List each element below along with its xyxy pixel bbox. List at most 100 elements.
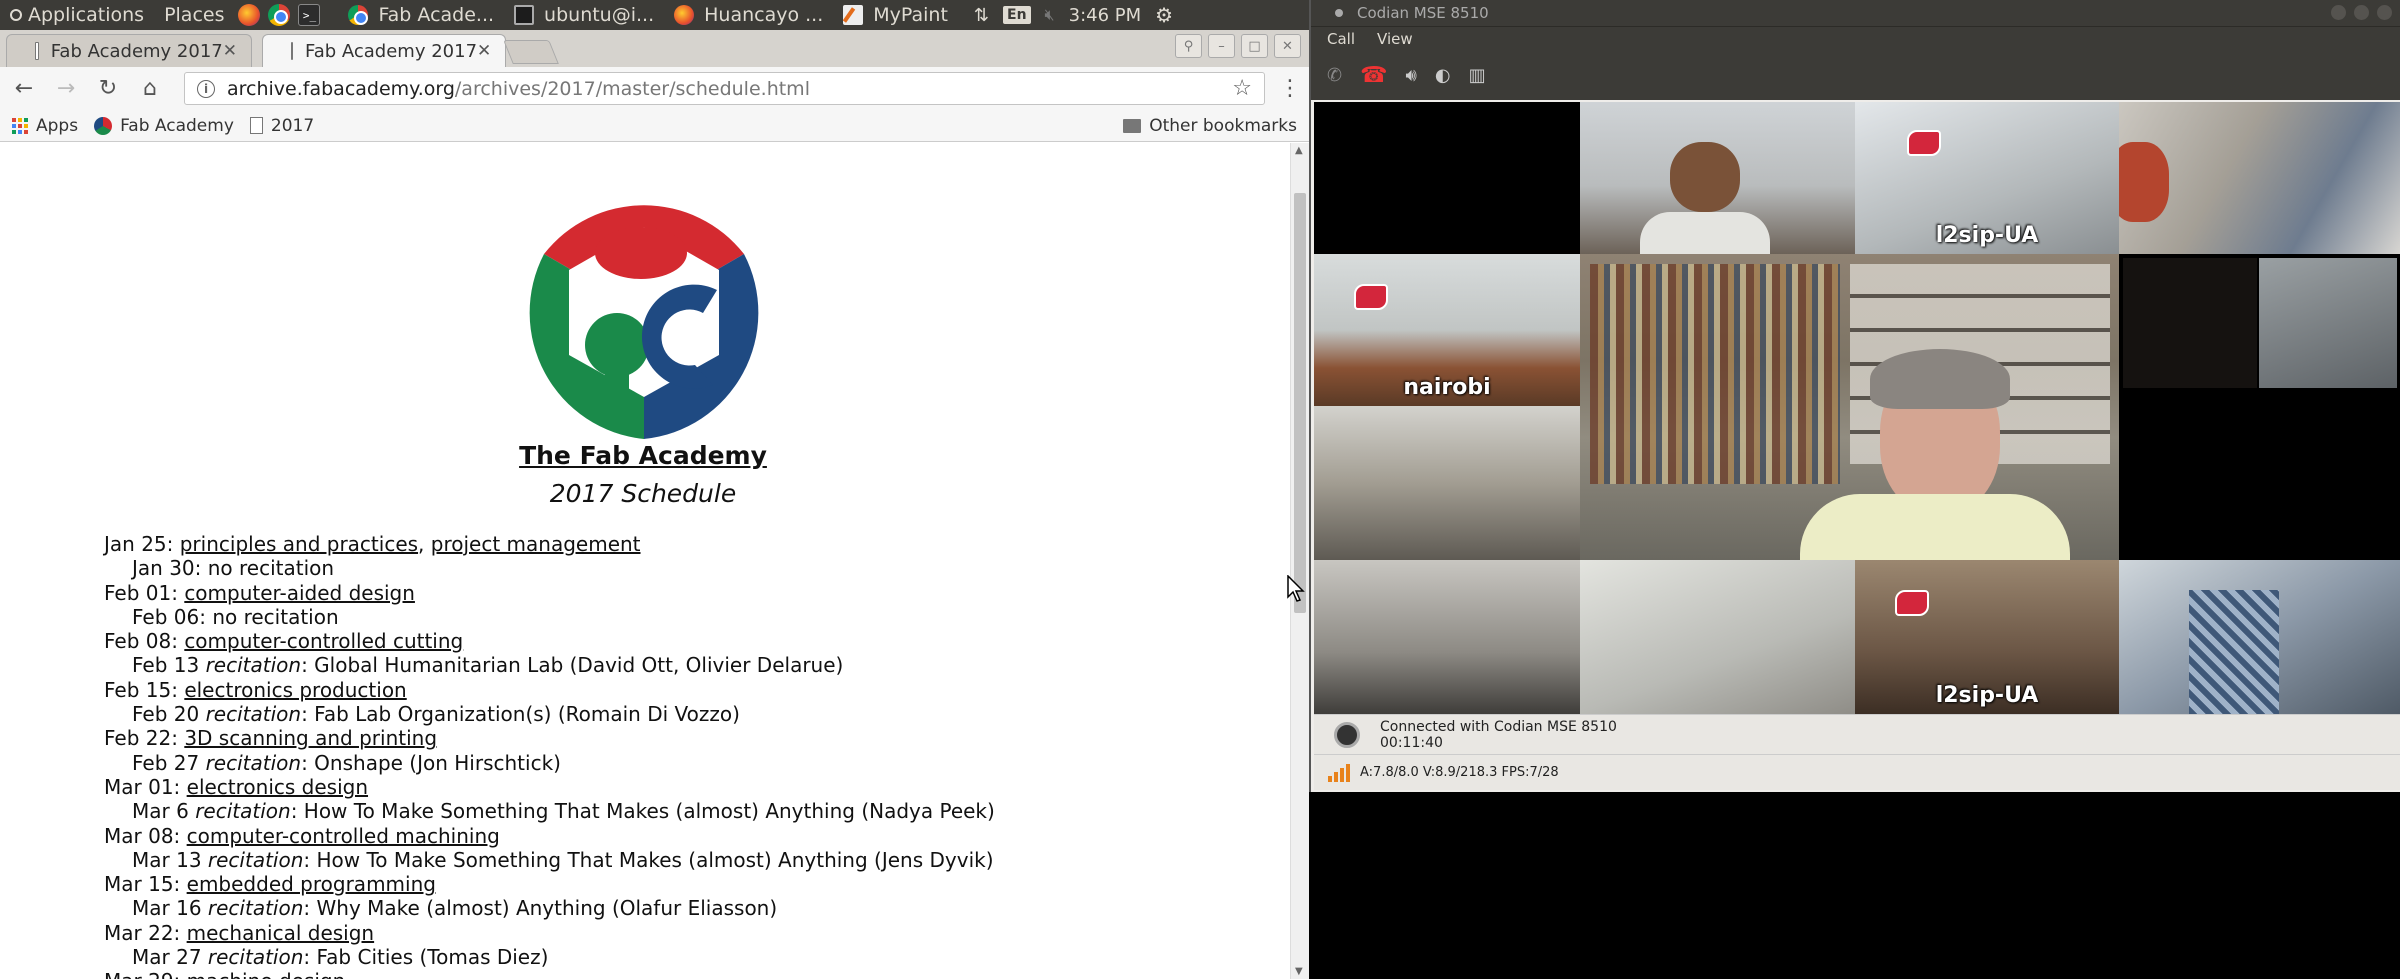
taskbar-item-mypaint[interactable]: MyPaint [833, 0, 958, 30]
topic-link[interactable]: machine design [187, 969, 346, 979]
recitation-row: Jan 30: no recitation [104, 556, 995, 580]
topic-link[interactable]: computer-controlled machining [187, 824, 500, 848]
video-tile-nairobi: nairobi [1314, 254, 1580, 406]
video-toolbar: ✆ ☎ 🔊︎ ◐ ▥ [1311, 50, 2400, 100]
bookmarks-bar: Apps Fab Academy 2017 Other bookmarks [0, 110, 1309, 142]
forward-button[interactable]: → [52, 75, 80, 103]
apps-grid-icon [12, 117, 28, 134]
terminal-launcher[interactable]: >_ [294, 0, 324, 30]
brightness-icon[interactable]: ◐ [1435, 65, 1451, 86]
volume-icon[interactable]: 🔊︎ [1406, 65, 1417, 86]
clock[interactable]: 3:46 PM [1069, 5, 1142, 26]
page-icon [249, 117, 263, 134]
new-tab-button[interactable] [503, 40, 559, 64]
volume-muted-icon[interactable]: 🔇︎ [1045, 5, 1055, 25]
recitation-label: recitation [205, 702, 302, 727]
window-dot-icon [1335, 9, 1343, 17]
taskbar-item-firefox[interactable]: Huancayo ... [664, 0, 833, 30]
schedule-date: Feb 08: [104, 629, 185, 654]
desktop: Applications Places >_ Fab Acade... ubun… [0, 0, 2400, 979]
folder-icon [1123, 118, 1142, 133]
schedule-date: Mar 22: [104, 920, 187, 945]
schedule-row: Feb 08: computer-controlled cutting [104, 629, 995, 653]
video-tile-workspace [1314, 560, 1580, 714]
home-button[interactable]: ⌂ [136, 75, 164, 103]
camera-icon[interactable] [1334, 721, 1360, 748]
window-controls: ⚲ – □ ✕ [1175, 34, 1301, 58]
topic-link[interactable]: electronics design [187, 775, 368, 799]
network-arrows-icon[interactable]: ⇅ [974, 5, 989, 26]
schedule-date: Feb 20 [132, 702, 206, 727]
taskbar-item-terminal[interactable]: ubuntu@i... [504, 0, 664, 30]
close-tab-icon[interactable]: ✕ [477, 41, 491, 61]
keyboard-layout-indicator[interactable]: En [1003, 6, 1031, 24]
tab-fab-academy-2[interactable]: Fab Academy 2017 ✕ [262, 34, 506, 67]
info-icon[interactable]: i [197, 79, 215, 98]
layout-icon[interactable]: ▥ [1469, 65, 1486, 86]
video-tile-participant [1580, 102, 1855, 254]
page-icon [35, 42, 39, 60]
video-menubar: Call View [1311, 26, 2400, 50]
topic-link[interactable]: 3D scanning and printing [184, 726, 437, 750]
address-bar[interactable]: i archive.fabacademy.org/archives/2017/m… [184, 72, 1265, 105]
chrome-icon [348, 5, 369, 25]
applications-menu[interactable]: Applications [0, 0, 154, 30]
topic-link[interactable]: embedded programming [187, 872, 436, 896]
menu-call[interactable]: Call [1327, 30, 1355, 48]
close-tab-icon[interactable]: ✕ [223, 41, 237, 61]
close-button[interactable] [2377, 5, 2392, 20]
topic-link[interactable]: computer-aided design [184, 581, 415, 605]
topic-link[interactable]: electronics production [184, 678, 406, 702]
bookmark-fab-academy[interactable]: Fab Academy [94, 116, 234, 136]
chrome-launcher[interactable] [264, 0, 294, 30]
schedule-text: no recitation [212, 604, 339, 629]
video-window-controls [2331, 5, 2392, 20]
separator: , [418, 532, 431, 556]
scrollbar-thumb[interactable] [1294, 193, 1306, 613]
other-bookmarks[interactable]: Other bookmarks [1123, 116, 1297, 136]
call-duration: 00:11:40 [1380, 734, 1443, 751]
topic-link[interactable]: mechanical design [187, 921, 374, 945]
maximize-button[interactable]: □ [1241, 34, 1268, 58]
schedule-date: Mar 27 [132, 945, 208, 970]
ubuntu-logo-icon [10, 9, 22, 21]
tab-fab-academy-1[interactable]: Fab Academy 2017 ✕ [6, 34, 252, 67]
places-menu[interactable]: Places [154, 0, 234, 30]
schedule-date: Mar 01: [104, 774, 187, 799]
schedule-date: Jan 25: [104, 532, 180, 556]
schedule-date: Mar 29: [104, 969, 187, 979]
schedule-row: Mar 29: machine design [104, 969, 995, 979]
firefox-launcher[interactable] [234, 0, 264, 30]
bookmark-apps[interactable]: Apps [12, 116, 78, 136]
call-icon[interactable]: ✆ [1327, 65, 1342, 86]
mypaint-icon [843, 5, 864, 25]
bookmark-2017[interactable]: 2017 [249, 116, 314, 136]
bookmark-star-icon[interactable]: ☆ [1232, 76, 1252, 101]
terminal-icon [514, 5, 535, 25]
profile-icon[interactable]: ⚲ [1175, 34, 1202, 58]
menu-kebab-icon[interactable]: ⋮ [1279, 76, 1301, 101]
recitation-label: recitation [207, 945, 304, 970]
topic-link[interactable]: project management [431, 532, 641, 556]
page-scrollbar[interactable]: ▲ ▼ [1290, 143, 1309, 979]
topic-link[interactable]: computer-controlled cutting [184, 629, 463, 653]
scroll-up-icon[interactable]: ▲ [1295, 145, 1303, 156]
minimize-button[interactable] [2331, 5, 2346, 20]
hangup-icon[interactable]: ☎ [1360, 63, 1387, 88]
video-tile-lab [2119, 102, 2400, 254]
reload-button[interactable]: ↻ [94, 75, 122, 103]
schedule-date: Feb 13 [132, 653, 206, 678]
video-tile-classroom [1314, 406, 1580, 560]
maximize-button[interactable] [2354, 5, 2369, 20]
schedule-date: Mar 16 [132, 896, 208, 921]
recitation-label: recitation [205, 750, 302, 775]
gear-icon[interactable]: ⚙ [1155, 3, 1173, 27]
scroll-down-icon[interactable]: ▼ [1295, 966, 1303, 977]
topic-link[interactable]: principles and practices [180, 532, 418, 556]
menu-view[interactable]: View [1377, 30, 1413, 48]
close-button[interactable]: ✕ [1274, 34, 1301, 58]
recitation-row: Mar 13 recitation: How To Make Something… [104, 848, 995, 872]
back-button[interactable]: ← [10, 75, 38, 103]
minimize-button[interactable]: – [1208, 34, 1235, 58]
taskbar-item-chrome[interactable]: Fab Acade... [338, 0, 504, 30]
